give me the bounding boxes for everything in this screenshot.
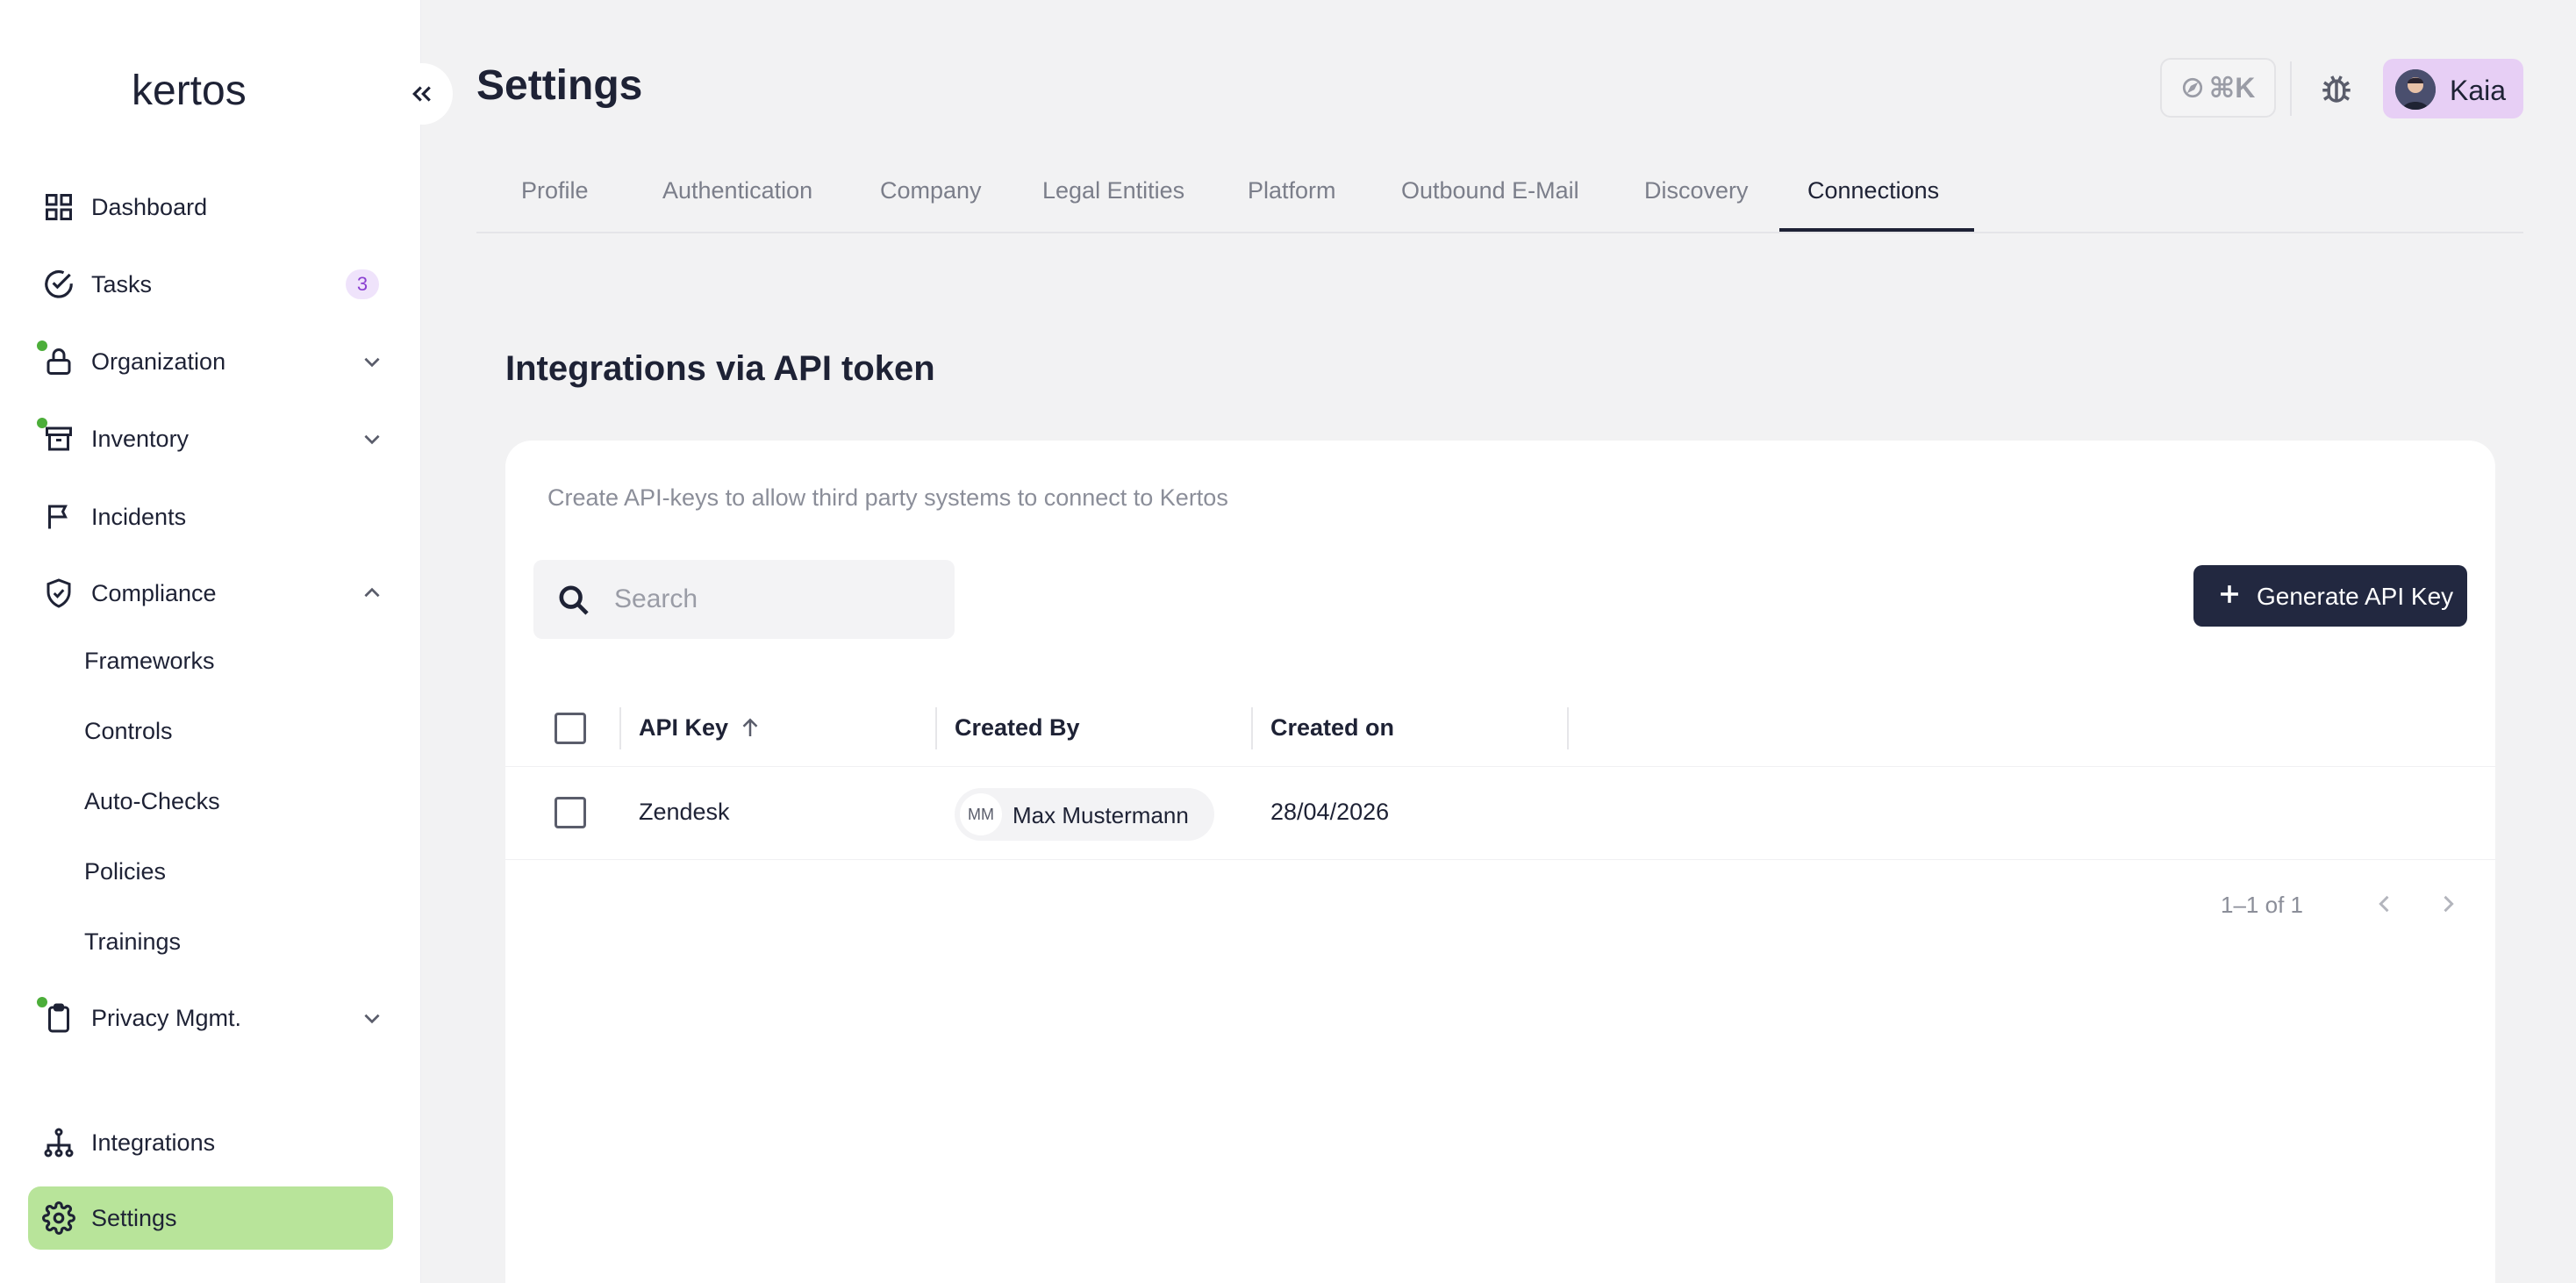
created-on-date: 28/04/2026 [1270, 799, 1390, 825]
settings-tabs: Profile Authentication Company Legal Ent… [476, 158, 2523, 233]
avatar [2395, 69, 2436, 110]
generate-api-key-label: Generate API Key [2257, 583, 2454, 610]
tab-connections[interactable]: Connections [1807, 177, 1939, 204]
tab-profile[interactable]: Profile [521, 177, 589, 204]
sort-ascending-icon[interactable] [737, 714, 763, 741]
sidebar-item-label: Integrations [91, 1129, 216, 1156]
sidebar-item-integrations[interactable]: Integrations [28, 1111, 393, 1174]
app-root: kertos Dashboard Tasks 3 Organization In… [0, 0, 2576, 1283]
row-checkbox[interactable] [555, 797, 586, 828]
user-name: Kaia [2450, 75, 2507, 106]
table-header: API Key Created By Created on [505, 688, 2495, 767]
clipboard-icon [40, 1000, 77, 1036]
sidebar-item-label: Dashboard [91, 193, 208, 220]
sidebar-item-label: Incidents [91, 503, 187, 530]
kertos-logo[interactable]: kertos [132, 66, 290, 118]
search-box [533, 560, 955, 639]
sidebar-item-inventory[interactable]: Inventory [28, 407, 393, 470]
pagination-range: 1–1 of 1 [2221, 892, 2303, 918]
search-input[interactable] [614, 577, 939, 621]
grid-icon [40, 189, 77, 226]
column-separator [935, 707, 937, 749]
flag-icon [40, 498, 77, 535]
sidebar-item-label: Tasks [91, 270, 153, 297]
sidebar-item-tasks[interactable]: Tasks 3 [28, 253, 393, 316]
shield-check-icon [40, 575, 77, 612]
tasks-count-badge: 3 [346, 269, 379, 299]
search-icon [559, 585, 589, 615]
next-page-button[interactable] [2429, 885, 2467, 923]
tab-legal-entities[interactable]: Legal Entities [1042, 177, 1184, 204]
collapse-sidebar-button[interactable] [391, 63, 453, 125]
column-separator [1567, 707, 1569, 749]
plus-icon [2221, 585, 2238, 603]
gear-icon [40, 1200, 77, 1236]
chevron-down-icon[interactable] [358, 425, 386, 453]
command-palette-button[interactable]: ⌘K [2160, 58, 2276, 118]
previous-page-button[interactable] [2365, 885, 2404, 923]
created-by-name: Max Mustermann [1013, 802, 1189, 828]
chevron-right-icon [2444, 895, 2454, 913]
sidebar-item-label: Compliance [91, 579, 217, 606]
report-bug-button[interactable] [2313, 65, 2360, 112]
pagination: 1–1 of 1 [505, 860, 2495, 951]
sidebar-item-label: Inventory [91, 425, 190, 452]
created-by-chip: MM Max Mustermann [955, 788, 1214, 841]
svg-text:kertos: kertos [132, 68, 247, 114]
sidebar-item-settings[interactable]: Settings [28, 1186, 393, 1250]
sidebar-item-incidents[interactable]: Incidents [28, 485, 393, 548]
table-row[interactable]: Zendesk MM Max Mustermann 28/04/2026 [505, 767, 2495, 860]
select-all-checkbox[interactable] [555, 713, 586, 744]
tab-company[interactable]: Company [880, 177, 982, 204]
compass-icon [2182, 77, 2202, 98]
sidebar-subitem-trainings[interactable]: Trainings [84, 924, 181, 959]
header-divider [2290, 61, 2292, 116]
tab-authentication[interactable]: Authentication [662, 177, 812, 204]
section-title: Integrations via API token [505, 349, 935, 388]
page-title: Settings [476, 62, 643, 109]
sidebar-subitem-controls[interactable]: Controls [84, 713, 173, 749]
user-initials-avatar: MM [960, 793, 1002, 835]
api-keys-card: Create API-keys to allow third party sys… [505, 441, 2495, 1283]
sidebar-item-label: Settings [91, 1204, 177, 1231]
sidebar-subitem-auto-checks[interactable]: Auto-Checks [84, 784, 220, 819]
sidebar-item-label: Organization [91, 348, 226, 375]
sidebar-subitem-frameworks[interactable]: Frameworks [84, 643, 215, 678]
column-separator [619, 707, 621, 749]
sidebar: kertos Dashboard Tasks 3 Organization In… [0, 0, 421, 1283]
user-menu-button[interactable]: Kaia [2383, 59, 2523, 118]
double-chevron-left-icon [412, 86, 431, 102]
chevron-down-icon[interactable] [358, 1004, 386, 1032]
bug-icon [2322, 75, 2351, 103]
sidebar-item-organization[interactable]: Organization [28, 330, 393, 393]
sidebar-item-label: Privacy Mgmt. [91, 1004, 242, 1031]
api-key-name: Zendesk [639, 799, 730, 825]
section-description: Create API-keys to allow third party sys… [547, 484, 1228, 511]
active-tab-indicator [1779, 228, 1974, 232]
tab-platform[interactable]: Platform [1248, 177, 1336, 204]
archive-icon [40, 420, 77, 457]
tab-outbound-email[interactable]: Outbound E-Mail [1401, 177, 1579, 204]
shortcut-label: ⌘K [2208, 72, 2256, 104]
lock-icon [40, 343, 77, 380]
sidebar-subitem-policies[interactable]: Policies [84, 854, 166, 889]
chevron-left-icon [2379, 895, 2389, 913]
column-header-created-on[interactable]: Created on [1270, 714, 1394, 742]
chevron-up-icon[interactable] [358, 579, 386, 607]
column-header-api-key[interactable]: API Key [639, 714, 728, 742]
tab-discovery[interactable]: Discovery [1644, 177, 1749, 204]
check-circle-icon [40, 266, 77, 303]
column-header-created-by[interactable]: Created By [955, 714, 1080, 742]
sidebar-item-dashboard[interactable]: Dashboard [28, 176, 393, 239]
sidebar-item-compliance[interactable]: Compliance [28, 562, 393, 625]
chevron-down-icon[interactable] [358, 348, 386, 376]
generate-api-key-button[interactable]: Generate API Key [2193, 565, 2467, 627]
sidebar-item-privacy-mgmt[interactable]: Privacy Mgmt. [28, 986, 393, 1050]
column-separator [1251, 707, 1253, 749]
hierarchy-icon [40, 1124, 77, 1161]
